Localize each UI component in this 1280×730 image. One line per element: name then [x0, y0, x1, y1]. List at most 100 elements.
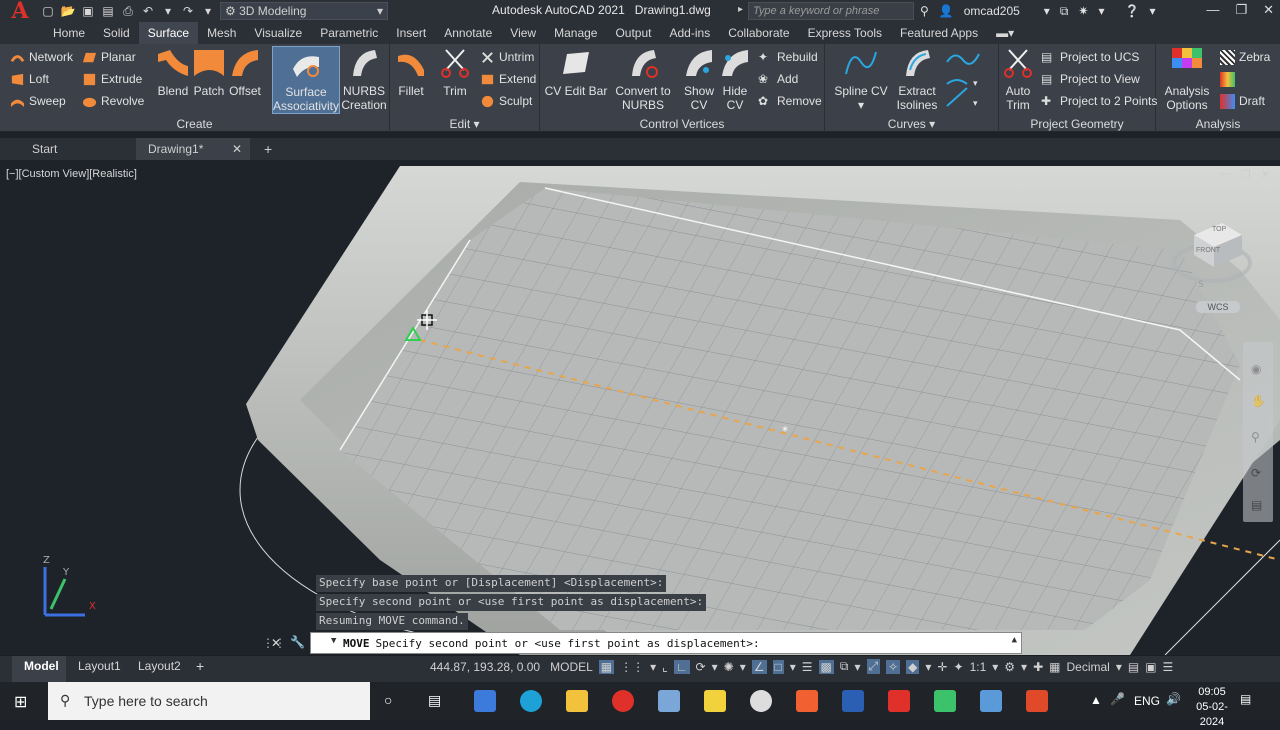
language-indicator[interactable]: ENG: [1134, 694, 1160, 708]
chevron-down-icon[interactable]: ▾: [712, 660, 718, 674]
infer-constraints-icon[interactable]: ⌞: [662, 660, 668, 674]
nurbs-creation-button[interactable]: NURBS Creation: [341, 46, 387, 114]
chevron-down-icon[interactable]: ▾: [1116, 660, 1122, 674]
taskbar-search-input[interactable]: ⚲ Type here to search: [48, 682, 370, 720]
sculpt-button[interactable]: Sculpt: [480, 91, 532, 111]
3d-osnap-icon[interactable]: ⤢: [866, 659, 881, 674]
notifications-icon[interactable]: ▤: [1240, 692, 1251, 706]
close-icon[interactable]: ✕: [1261, 168, 1270, 181]
tab-annotate[interactable]: Annotate: [435, 22, 501, 44]
chevron-down-icon[interactable]: ▾: [925, 660, 931, 674]
plus-icon[interactable]: ✚: [1033, 660, 1043, 674]
polar-icon[interactable]: ⟳: [696, 660, 706, 674]
isodraft-icon[interactable]: ✺: [724, 660, 734, 674]
edge-icon[interactable]: [520, 690, 542, 712]
app-icon[interactable]: [658, 690, 680, 712]
save-icon[interactable]: ▣: [80, 4, 96, 18]
command-line[interactable]: ▼ MOVE Specify second point or <use firs…: [310, 632, 1022, 654]
tab-surface[interactable]: Surface: [138, 22, 199, 44]
chevron-down-icon[interactable]: ▾: [160, 4, 176, 18]
zoom-icon[interactable]: ⚲: [1251, 430, 1260, 444]
close-icon[interactable]: ✕: [1263, 2, 1274, 18]
ortho-icon[interactable]: ∟: [673, 659, 690, 674]
chevron-right-icon[interactable]: ▸: [738, 4, 743, 15]
autocad-taskbar-icon[interactable]: [888, 690, 910, 712]
tab-solid[interactable]: Solid: [94, 22, 139, 44]
tab-home[interactable]: Home: [44, 22, 94, 44]
save-as-icon[interactable]: ▤: [100, 4, 116, 18]
project-to-view-button[interactable]: ▤ Project to View: [1041, 69, 1140, 89]
chevron-down-icon[interactable]: ▾: [200, 4, 216, 18]
units-icon[interactable]: ▦: [1049, 660, 1060, 674]
annotation-scale[interactable]: 1:1: [970, 660, 987, 674]
edit-panel-title[interactable]: Edit ▾: [390, 116, 539, 132]
chevron-down-icon[interactable]: ▾: [1098, 4, 1104, 18]
navigation-bar[interactable]: ◉ ✋ ⚲ ⟳ ▤: [1243, 342, 1273, 522]
tab-mesh[interactable]: Mesh: [198, 22, 245, 44]
gear-icon[interactable]: ⚙: [1004, 660, 1015, 674]
add-cv-button[interactable]: ❀ Add: [758, 69, 798, 89]
lineweight-icon[interactable]: ☰: [802, 660, 813, 674]
tab-visualize[interactable]: Visualize: [245, 22, 311, 44]
chevron-down-icon[interactable]: ▾: [1044, 4, 1050, 18]
tab-output[interactable]: Output: [606, 22, 660, 44]
clock[interactable]: 09:05 05-02-2024: [1190, 685, 1234, 730]
microphone-icon[interactable]: 🎤: [1110, 692, 1125, 706]
annotation-visibility-icon[interactable]: ✦: [954, 660, 964, 674]
app-icon[interactable]: [980, 690, 1002, 712]
cart-icon[interactable]: ⧉: [1060, 4, 1069, 19]
network-button[interactable]: Network: [10, 47, 73, 67]
project-to-2-points-button[interactable]: ✚ Project to 2 Points: [1041, 91, 1157, 111]
units-selector[interactable]: Decimal: [1066, 660, 1109, 674]
minimize-icon[interactable]: —: [1220, 168, 1231, 181]
app-icon[interactable]: [934, 690, 956, 712]
exchange-icon[interactable]: ✷: [1078, 4, 1088, 18]
ribbon-toggle-icon[interactable]: ▬▾: [987, 22, 1023, 44]
add-layout-button[interactable]: +: [196, 656, 216, 683]
project-to-ucs-button[interactable]: ▤ Project to UCS: [1041, 47, 1139, 67]
undo-icon[interactable]: ↶: [140, 4, 156, 18]
offset-button[interactable]: Offset: [228, 46, 262, 114]
windows-start-icon[interactable]: ⊞: [14, 692, 27, 712]
chevron-down-icon[interactable]: ▾: [1021, 660, 1027, 674]
revolve-button[interactable]: Revolve: [82, 91, 144, 111]
selection-cycling-icon[interactable]: ⧉: [840, 659, 849, 674]
tab-layout2[interactable]: Layout2: [130, 656, 188, 683]
tab-collaborate[interactable]: Collaborate: [719, 22, 798, 44]
curve-tools-icon[interactable]: ▾▾: [943, 48, 993, 108]
surface-associativity-button[interactable]: Surface Associativity: [272, 46, 340, 114]
steering-wheel-icon[interactable]: ◉: [1251, 362, 1261, 376]
planar-button[interactable]: Planar: [82, 47, 136, 67]
new-icon[interactable]: ▢: [40, 4, 56, 18]
chevron-down-icon[interactable]: ▾: [650, 660, 656, 674]
remove-cv-button[interactable]: ✿ Remove: [758, 91, 822, 111]
tab-model[interactable]: Model: [12, 656, 66, 683]
new-tab-button[interactable]: +: [252, 138, 282, 160]
snap-icon[interactable]: ⋮⋮: [620, 660, 644, 674]
tab-drawing1[interactable]: Drawing1* ✕: [136, 138, 250, 160]
app-icon[interactable]: [1026, 690, 1048, 712]
extract-isolines-button[interactable]: Extract Isolines: [895, 46, 939, 114]
tab-manage[interactable]: Manage: [545, 22, 606, 44]
untrim-button[interactable]: Untrim: [480, 47, 534, 67]
convert-to-nurbs-button[interactable]: Convert to NURBS: [612, 46, 674, 114]
chevron-down-icon[interactable]: ▾: [740, 660, 746, 674]
gizmo-icon[interactable]: ✛: [937, 660, 947, 674]
redo-icon[interactable]: ↷: [180, 4, 196, 18]
showmotion-icon[interactable]: ▤: [1251, 498, 1262, 512]
file-explorer-icon[interactable]: [566, 690, 588, 712]
volume-icon[interactable]: 🔊: [1166, 692, 1181, 706]
chevron-down-icon[interactable]: ▾: [790, 660, 796, 674]
autocad-logo[interactable]: A: [0, 0, 40, 24]
quick-properties-icon[interactable]: ▤: [1128, 660, 1139, 674]
viewcube-front-label[interactable]: FRONT: [1196, 247, 1220, 254]
user-icon[interactable]: 👤: [939, 4, 954, 18]
sticky-notes-icon[interactable]: [704, 690, 726, 712]
help-icon[interactable]: ❔: [1125, 4, 1140, 18]
chevron-down-icon[interactable]: ▾: [1149, 4, 1155, 18]
wcs-menu[interactable]: WCS: [1196, 301, 1240, 313]
fullscreen-icon[interactable]: ▣: [1145, 660, 1156, 674]
patch-button[interactable]: Patch: [192, 46, 226, 114]
rebuild-button[interactable]: ✦ Rebuild: [758, 47, 818, 67]
minimize-icon[interactable]: —: [1206, 2, 1219, 18]
